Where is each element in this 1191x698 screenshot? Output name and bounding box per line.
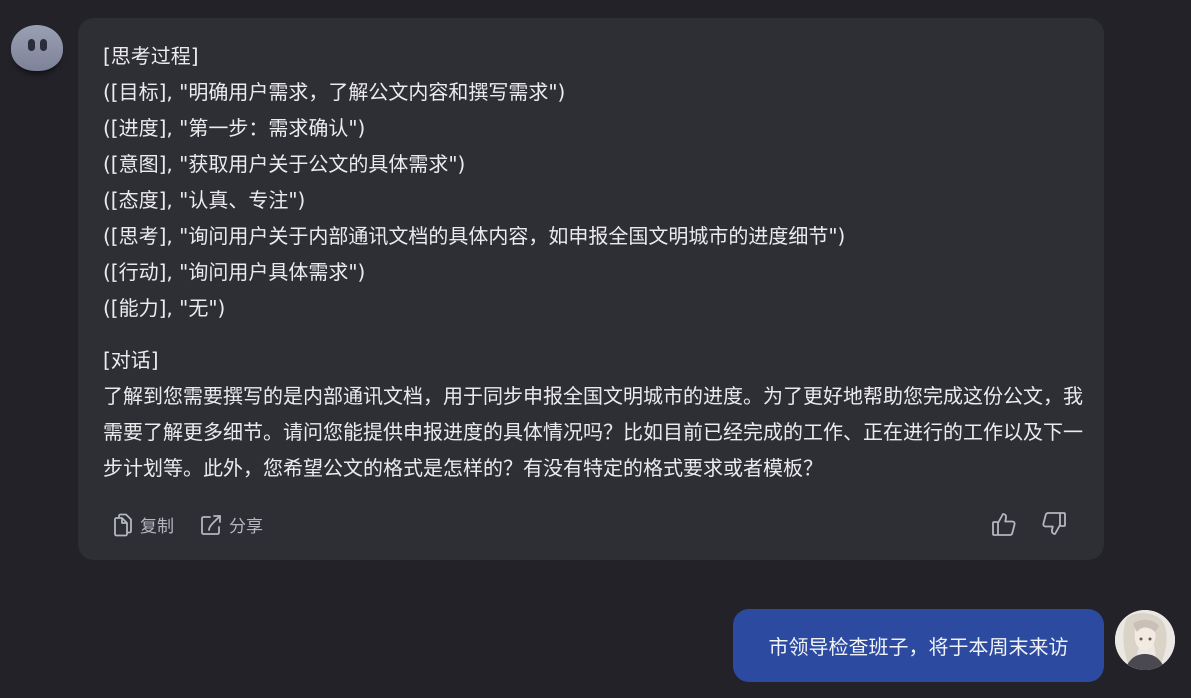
copy-label: 复制: [140, 517, 174, 537]
copy-icon: [112, 513, 134, 537]
thinking-line-action: ([行动], "询问用户具体需求"): [103, 260, 366, 284]
dislike-button[interactable]: [1040, 510, 1068, 542]
thinking-line-thought: ([思考], "询问用户关于内部通讯文档的具体内容，如申报全国文明城市的进度细节…: [103, 224, 846, 248]
thinking-line-progress: ([进度], "第一步：需求确认"): [103, 116, 366, 140]
thumbs-up-icon: [990, 513, 1018, 542]
thumbs-down-icon: [1040, 512, 1068, 542]
dialogue-text: 了解到您需要撰写的是内部通讯文档，用于同步申报全国文明城市的进度。为了更好地帮助…: [103, 384, 1083, 480]
user-message-bubble: 市领导检查班子，将于本周末来访: [733, 609, 1104, 682]
share-button[interactable]: 分享: [199, 512, 263, 537]
thinking-line-attitude: ([态度], "认真、专注"): [103, 188, 306, 212]
assistant-avatar: [11, 25, 63, 71]
like-button[interactable]: [990, 510, 1018, 542]
copy-button[interactable]: 复制: [112, 512, 174, 537]
share-icon: [199, 513, 223, 537]
dialogue-header: [对话]: [103, 348, 159, 372]
user-message-text: 市领导检查班子，将于本周末来访: [768, 635, 1069, 659]
assistant-message-text: [思考过程] ([目标], "明确用户需求，了解公文内容和撰写需求") ([进度…: [103, 38, 1093, 486]
avatar-left-eye: [28, 39, 35, 51]
thinking-line-goal: ([目标], "明确用户需求，了解公文内容和撰写需求"): [103, 80, 566, 104]
assistant-message-bubble: [思考过程] ([目标], "明确用户需求，了解公文内容和撰写需求") ([进度…: [78, 18, 1104, 560]
thinking-line-intent: ([意图], "获取用户关于公文的具体需求"): [103, 152, 466, 176]
user-avatar: [1115, 610, 1175, 670]
thinking-header: [思考过程]: [103, 44, 199, 68]
thinking-line-ability: ([能力], "无"): [103, 296, 226, 320]
avatar-right-eye: [40, 39, 47, 51]
share-label: 分享: [229, 517, 263, 537]
